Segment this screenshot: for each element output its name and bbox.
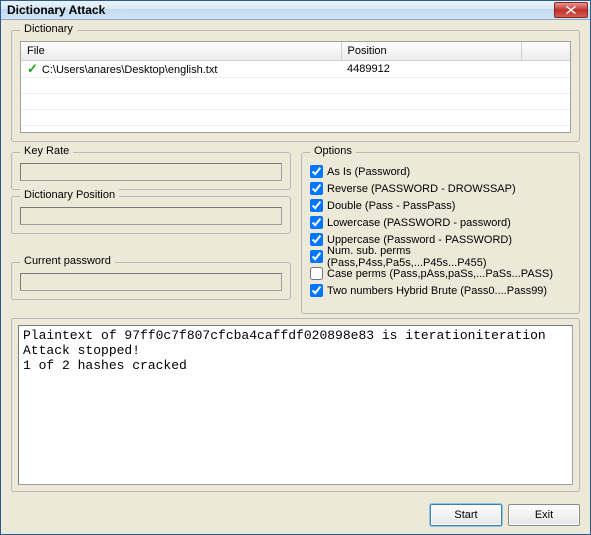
option-label: Two numbers Hybrid Brute (Pass0....Pass9… (327, 285, 547, 297)
window: Dictionary Attack Dictionary File Positi… (0, 0, 591, 535)
close-button[interactable] (554, 2, 588, 18)
option-label: Num. sub. perms (Pass,P4ss,Pa5s,...P45s.… (327, 245, 571, 269)
log-group: Plaintext of 97ff0c7f807cfcba4caffdf0208… (11, 318, 580, 492)
cell-position: 4489912 (341, 60, 521, 77)
options-legend: Options (310, 145, 356, 157)
table-row[interactable]: ✓ C:\Users\anares\Desktop\english.txt 448… (21, 60, 570, 77)
close-icon (566, 6, 576, 14)
keyrate-group: Key Rate (11, 152, 291, 190)
titlebar: Dictionary Attack (1, 1, 590, 20)
check-icon: ✓ (27, 61, 38, 76)
checkbox[interactable] (310, 165, 323, 178)
col-pad (521, 42, 570, 60)
option-reverse[interactable]: Reverse (PASSWORD - DROWSSAP) (310, 180, 571, 197)
dictionary-group: Dictionary File Position ✓C:\Users\ana (11, 30, 580, 142)
start-button[interactable]: Start (430, 504, 502, 526)
dictpos-field (20, 207, 282, 225)
dictionary-table[interactable]: File Position ✓ C:\Users\anares\Desktop\e… (20, 41, 571, 133)
checkbox[interactable] (310, 267, 323, 280)
exit-button[interactable]: Exit (508, 504, 580, 526)
dictpos-group: Dictionary Position (11, 196, 291, 234)
option-numsub[interactable]: Num. sub. perms (Pass,P4ss,Pa5s,...P45s.… (310, 248, 571, 265)
option-caseperms[interactable]: Case perms (Pass,pAss,paSs,...PaSs...PAS… (310, 265, 571, 282)
table-row: . (21, 77, 570, 93)
client-area: Dictionary File Position ✓C:\Users\ana (1, 20, 590, 500)
curpass-field (20, 273, 282, 291)
file-path: C:\Users\anares\Desktop\english.txt (42, 64, 217, 76)
left-column: Key Rate Dictionary Position Current pas… (11, 146, 291, 308)
dictionary-legend: Dictionary (20, 23, 77, 35)
col-position[interactable]: Position (341, 42, 521, 60)
option-hybrid[interactable]: Two numbers Hybrid Brute (Pass0....Pass9… (310, 282, 571, 299)
log-output[interactable]: Plaintext of 97ff0c7f807cfcba4caffdf0208… (18, 325, 573, 485)
cell-file: ✓ C:\Users\anares\Desktop\english.txt (21, 60, 341, 77)
curpass-legend: Current password (20, 255, 115, 267)
checkbox[interactable] (310, 216, 323, 229)
option-label: Double (Pass - PassPass) (327, 200, 455, 212)
checkbox[interactable] (310, 199, 323, 212)
table-header-row: File Position (21, 42, 570, 60)
option-double[interactable]: Double (Pass - PassPass) (310, 197, 571, 214)
col-file[interactable]: File (21, 42, 341, 60)
option-label: As Is (Password) (327, 166, 410, 178)
keyrate-field (20, 163, 282, 181)
footer: Start Exit (1, 500, 590, 534)
window-title: Dictionary Attack (7, 3, 554, 17)
option-label: Case perms (Pass,pAss,paSs,...PaSs...PAS… (327, 268, 553, 280)
option-label: Lowercase (PASSWORD - password) (327, 217, 511, 229)
checkbox[interactable] (310, 250, 323, 263)
keyrate-legend: Key Rate (20, 145, 73, 157)
options-group: Options As Is (Password) Reverse (PASSWO… (301, 152, 580, 314)
checkbox[interactable] (310, 284, 323, 297)
table-row: . (21, 93, 570, 109)
table-row: . (21, 109, 570, 125)
dictpos-legend: Dictionary Position (20, 189, 119, 201)
curpass-group: Current password (11, 262, 291, 300)
checkbox[interactable] (310, 233, 323, 246)
middle-row: Key Rate Dictionary Position Current pas… (11, 146, 580, 308)
option-lowercase[interactable]: Lowercase (PASSWORD - password) (310, 214, 571, 231)
checkbox[interactable] (310, 182, 323, 195)
option-label: Reverse (PASSWORD - DROWSSAP) (327, 183, 516, 195)
option-as-is[interactable]: As Is (Password) (310, 163, 571, 180)
